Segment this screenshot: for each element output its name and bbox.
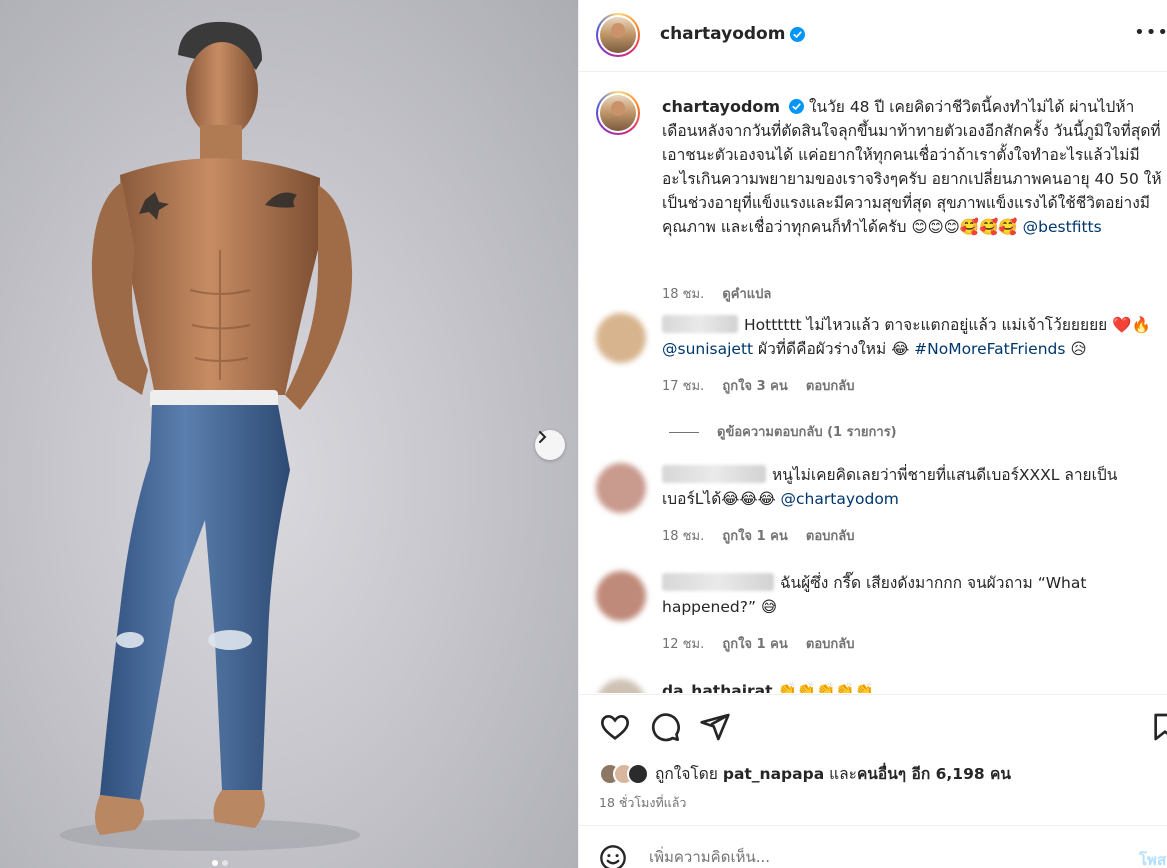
author-username[interactable]: chartayodom — [660, 24, 785, 44]
comment-likes-button[interactable]: ถูกใจ 1 คน — [722, 529, 787, 544]
share-icon[interactable] — [699, 711, 731, 743]
comment-body: 👏👏👏👏👏 — [777, 682, 874, 693]
comment-emoji: 😥 — [1065, 340, 1087, 358]
comment-input[interactable] — [649, 842, 1069, 868]
emoji-icon[interactable] — [599, 844, 627, 868]
comment-icon[interactable] — [649, 711, 681, 743]
verified-badge-icon — [790, 27, 805, 42]
commenter-avatar[interactable] — [596, 679, 646, 693]
caption-meta: 18 ชม. ดูคำแปล — [662, 283, 771, 304]
comment-mention-link[interactable]: @chartayodom — [781, 490, 899, 508]
likes-summary: ถูกใจโดย pat_napapa และคนอื่นๆ อีก 6,198… — [599, 761, 1011, 786]
comment-mention-link[interactable]: @sunisajett — [662, 340, 753, 358]
comment-text: ฉันผู้ซึ่ง กรี๊ด เสียงดังมากกก จนผัวถาม … — [662, 571, 1167, 619]
liker-avatar[interactable] — [627, 762, 649, 785]
commenter-username-blurred[interactable] — [662, 465, 766, 483]
comment-text: da_hathairat 👏👏👏👏👏 — [662, 679, 1167, 693]
caption-username[interactable]: chartayodom — [662, 97, 780, 116]
comment-time: 12 ชม. — [662, 637, 705, 652]
carousel-dot — [212, 860, 218, 866]
comment-hashtag-link[interactable]: #NoMoreFatFriends — [914, 340, 1065, 358]
comment-body: Hotttttt ไม่ไหวแล้ว ตาจะแตกอยู่แล้ว แม่เ… — [744, 316, 1151, 334]
carousel-dot — [222, 860, 228, 866]
verified-badge-icon — [789, 99, 804, 114]
translate-button[interactable]: ดูคำแปล — [722, 287, 771, 302]
post-actions: ถูกใจโดย pat_napapa และคนอื่นๆ อีก 6,198… — [579, 694, 1167, 825]
view-replies-button[interactable]: ดูข้อความตอบกลับ (1 รายการ) — [669, 421, 897, 442]
comment-time: 17 ชม. — [662, 379, 705, 394]
commenter-avatar[interactable] — [596, 463, 646, 513]
comment-likes-button[interactable]: ถูกใจ 3 คน — [722, 379, 787, 394]
comment-meta: 12 ชม. ถูกใจ 1 คน ตอบกลับ — [662, 633, 854, 654]
comment-meta: 17 ชม. ถูกใจ 3 คน ตอบกลับ — [662, 375, 854, 396]
likes-others-button[interactable]: คนอื่นๆ อีก 6,198 คน — [857, 765, 1011, 783]
liker-username[interactable]: pat_napapa — [723, 765, 824, 783]
post-side-panel: chartayodom ••• chartayodom ในวัย 48 ปี … — [578, 0, 1167, 868]
next-photo-button[interactable] — [535, 430, 565, 460]
caption-text-block: chartayodom ในวัย 48 ปี เคยคิดว่าชีวิตนี… — [662, 95, 1167, 239]
comment-body-cont: ผัวที่ดีคือผัวร่างใหม่ 😂 — [753, 340, 915, 358]
commenter-username-blurred[interactable] — [662, 315, 738, 333]
comment-likes-button[interactable]: ถูกใจ 1 คน — [722, 637, 787, 652]
chevron-right-icon — [539, 431, 547, 443]
commenter-username-blurred[interactable] — [662, 573, 774, 591]
comment-reply-button[interactable]: ตอบกลับ — [806, 529, 855, 544]
likes-text: ถูกใจโดย pat_napapa และคนอื่นๆ อีก 6,198… — [655, 761, 1011, 786]
likes-conj: และ — [829, 765, 857, 783]
author-avatar[interactable] — [596, 13, 640, 57]
comment-reply-button[interactable]: ตอบกลับ — [806, 637, 855, 652]
comment-meta: 18 ชม. ถูกใจ 1 คน ตอบกลับ — [662, 525, 854, 546]
post-timestamp: 18 ชั่วโมงที่แล้ว — [599, 795, 687, 810]
commenter-avatar[interactable] — [596, 313, 646, 363]
comment-reply-button[interactable]: ตอบกลับ — [806, 379, 855, 394]
heart-icon[interactable] — [599, 711, 631, 743]
post-header: chartayodom ••• — [579, 0, 1167, 72]
caption-mention-link[interactable]: @bestfitts — [1023, 218, 1102, 236]
comments-scroll-area[interactable]: chartayodom ในวัย 48 ปี เคยคิดว่าชีวิตนี… — [579, 73, 1167, 693]
comment-time: 18 ชม. — [662, 529, 705, 544]
bookmark-icon[interactable] — [1149, 711, 1167, 743]
commenter-avatar[interactable] — [596, 571, 646, 621]
likes-prefix: ถูกใจโดย — [655, 765, 718, 783]
add-comment-bar: โพสต์ — [579, 825, 1167, 868]
comment-text: หนูไม่เคยคิดเลยว่าพี่ชายที่แสนดีเบอร์XXX… — [662, 463, 1167, 511]
post-photo[interactable] — [0, 0, 578, 868]
caption-body: ในวัย 48 ปี เคยคิดว่าชีวิตนี้คงทำไม่ได้ … — [662, 98, 1162, 236]
post-comment-button[interactable]: โพสต์ — [1139, 848, 1167, 868]
commenter-username[interactable]: da_hathairat — [662, 682, 773, 693]
more-options-icon[interactable]: ••• — [1134, 22, 1167, 43]
carousel-indicator — [212, 860, 228, 866]
man-portrait-image — [60, 21, 360, 851]
comment-text: Hotttttt ไม่ไหวแล้ว ตาจะแตกอยู่แล้ว แม่เ… — [662, 313, 1167, 361]
caption-time: 18 ชม. — [662, 287, 705, 302]
caption-author-avatar[interactable] — [596, 91, 640, 135]
